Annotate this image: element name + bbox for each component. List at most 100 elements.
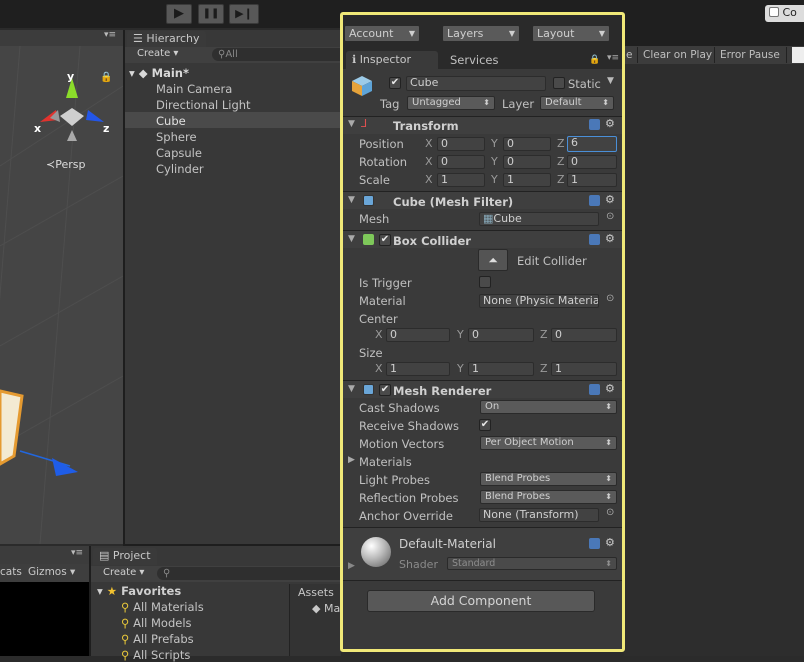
is-trigger-checkbox[interactable] [479,276,491,288]
checkbox-icon [769,7,779,17]
favorite-item[interactable]: ⚲ All Scripts [121,648,190,662]
scale-y-input[interactable]: 1 [503,173,551,187]
favorites-header[interactable]: ▾ ★ Favorites [97,584,181,598]
gear-icon[interactable]: ⚙ [605,117,615,130]
box-collider-enabled-checkbox[interactable]: ✔ [379,234,391,246]
pause-button[interactable]: ❚❚ [198,4,224,24]
center-x-input[interactable]: 0 [386,328,450,342]
object-picker-icon[interactable]: ⊙ [606,211,614,222]
scene-root-row[interactable]: ▾ ◆ Main* [129,65,189,81]
hierarchy-item[interactable]: Cylinder [156,161,204,177]
size-y-input[interactable]: 1 [468,362,534,376]
reflection-probes-dropdown[interactable]: Blend Probes ⬍ [480,490,617,504]
hierarchy-item[interactable]: Sphere [156,129,197,145]
scene-view[interactable]: y x z ≺Persp 🔒 [0,46,123,544]
object-picker-icon[interactable]: ⊙ [606,507,614,518]
mesh-renderer-enabled-checkbox[interactable]: ✔ [379,384,391,396]
center-z-input[interactable]: 0 [551,328,617,342]
center-y-input[interactable]: 0 [468,328,534,342]
lock-icon[interactable]: 🔒 [589,55,600,65]
shader-dropdown[interactable]: Standard ⬍ [447,557,617,570]
transform-header[interactable] [343,117,622,134]
clear-on-play-toggle[interactable]: Clear on Play [643,49,712,61]
help-icon[interactable] [589,195,600,206]
scale-x-input[interactable]: 1 [437,173,485,187]
rotation-z-input[interactable]: 0 [567,155,617,169]
collab-button[interactable]: Co [765,5,804,22]
collapse-arrow-icon[interactable]: ▼ [348,119,355,129]
play-button[interactable]: ▶ [166,4,192,24]
light-probes-dropdown[interactable]: Blend Probes ⬍ [480,472,617,486]
panel-menu-icon[interactable]: ▾≡ [104,30,116,40]
gear-icon[interactable]: ⚙ [605,382,615,395]
favorite-item[interactable]: ⚲ All Materials [121,600,204,614]
project-create-dropdown[interactable]: Create ▾ [103,567,144,578]
motion-vectors-dropdown[interactable]: Per Object Motion ⬍ [480,436,617,450]
tag-dropdown[interactable]: Untagged ⬍ [407,96,495,110]
mesh-field[interactable]: ▦Cube [479,212,599,226]
gizmos-dropdown[interactable]: Gizmos ▾ [28,566,75,578]
active-checkbox[interactable]: ✔ [389,77,401,89]
tab-project[interactable]: ▤ Project [93,548,157,565]
add-component-button[interactable]: Add Component [367,590,595,612]
step-button[interactable]: ▶❙ [229,4,259,24]
hierarchy-search-input[interactable]: ⚲All [212,48,340,61]
tab-inspector[interactable]: ℹ Inspector [346,51,438,69]
size-z-input[interactable]: 1 [551,362,617,376]
object-name-input[interactable]: Cube [406,76,546,91]
assets-breadcrumb[interactable]: Assets [298,586,334,599]
scale-z-input[interactable]: 1 [567,173,617,187]
static-dropdown[interactable]: ▼ [607,76,614,86]
rotation-y-input[interactable]: 0 [503,155,551,169]
hierarchy-create-dropdown[interactable]: Create ▾ [137,48,178,59]
hierarchy-item-selected[interactable]: Cube [156,113,186,129]
project-search-input[interactable]: ⚲ [157,567,341,580]
edit-collider-button[interactable]: ⏶ [478,249,508,271]
anchor-override-field[interactable]: None (Transform) [479,508,599,522]
console-partial-label[interactable]: e [626,49,632,61]
rotation-x-input[interactable]: 0 [437,155,485,169]
help-icon[interactable] [589,119,600,130]
collapse-arrow-icon[interactable]: ▼ [348,234,355,244]
hierarchy-item[interactable]: Directional Light [156,97,251,113]
help-icon[interactable] [589,384,600,395]
expand-arrow-icon[interactable]: ▶ [348,455,355,465]
panel-menu-icon[interactable]: ▾≡ [607,53,619,63]
position-x-input[interactable]: 0 [437,137,485,151]
materials-label[interactable]: Materials [359,455,412,469]
gear-icon[interactable]: ⚙ [605,536,615,549]
help-icon[interactable] [589,538,600,549]
size-x-input[interactable]: 1 [386,362,450,376]
cast-shadows-dropdown[interactable]: On ⬍ [480,400,617,414]
collapse-arrow-icon[interactable]: ▼ [348,384,355,394]
collapse-arrow-icon[interactable]: ▼ [348,195,355,205]
gizmo-y-label: y [67,70,75,83]
gear-icon[interactable]: ⚙ [605,232,615,245]
error-pause-toggle[interactable]: Error Pause [720,49,780,61]
stats-label[interactable]: cats [0,566,22,578]
tab-services[interactable]: Services [450,53,499,67]
layout-dropdown[interactable]: Layout ▼ [532,25,610,42]
tab-hierarchy[interactable]: ☰ Hierarchy [127,31,206,47]
favorite-item[interactable]: ⚲ All Models [121,616,192,630]
lock-icon[interactable]: 🔒 [100,72,112,83]
layer-dropdown[interactable]: Default ⬍ [540,96,614,110]
gear-icon[interactable]: ⚙ [605,193,615,206]
hierarchy-item[interactable]: Capsule [156,145,202,161]
persp-label[interactable]: ≺Persp [46,158,85,171]
static-checkbox[interactable] [553,77,565,89]
hierarchy-item[interactable]: Main Camera [156,81,232,97]
position-z-input[interactable]: 6 [567,136,617,152]
console-toggle[interactable] [792,47,804,63]
asset-item[interactable]: ◆ Ma [312,602,340,615]
help-icon[interactable] [589,234,600,245]
object-picker-icon[interactable]: ⊙ [606,293,614,304]
expand-arrow-icon[interactable]: ▶ [348,561,355,571]
favorite-item[interactable]: ⚲ All Prefabs [121,632,194,646]
layers-dropdown[interactable]: Layers ▼ [442,25,520,42]
receive-shadows-checkbox[interactable]: ✔ [479,419,491,431]
physic-material-field[interactable]: None (Physic Materia [479,294,599,308]
position-y-input[interactable]: 0 [503,137,551,151]
account-dropdown[interactable]: Account ▼ [344,25,420,42]
panel-menu-icon[interactable]: ▾≡ [71,548,83,558]
